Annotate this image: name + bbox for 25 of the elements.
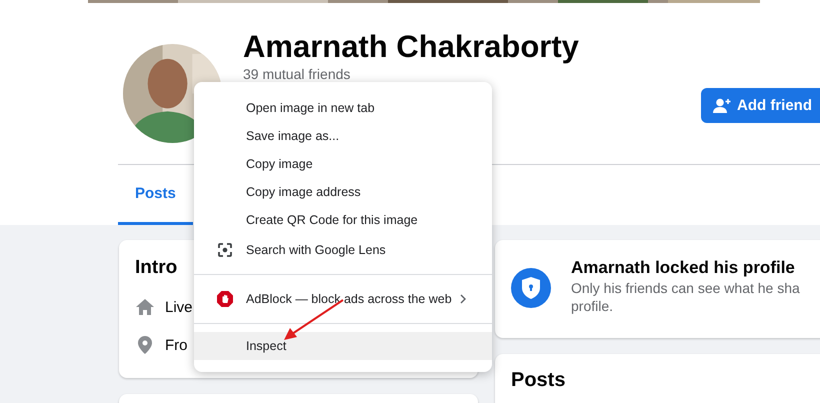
- menu-item[interactable]: Create QR Code for this image: [194, 206, 492, 234]
- shield-lock-icon: [511, 268, 551, 308]
- mutual-friends-count[interactable]: 39 mutual friends: [243, 67, 820, 82]
- intro-detail: Fro: [165, 336, 188, 354]
- card-title: Intro: [135, 257, 178, 279]
- notice-text: Only his friends can see what he sha: [571, 280, 800, 296]
- location-pin-icon: [135, 335, 155, 355]
- add-friend-button[interactable]: Add friend: [701, 88, 820, 123]
- home-icon: [135, 297, 155, 317]
- intro-detail: Live: [165, 298, 193, 316]
- menu-item[interactable]: Copy image address: [194, 178, 492, 206]
- notice-text: profile.: [571, 298, 614, 314]
- menu-item[interactable]: Inspect: [194, 332, 492, 360]
- stop-hand-icon: [216, 290, 234, 308]
- menu-item[interactable]: Open image in new tab: [194, 94, 492, 122]
- menu-item[interactable]: AdBlock — block ads across the web: [194, 283, 492, 315]
- add-person-icon: [713, 98, 731, 114]
- menu-item[interactable]: Copy image: [194, 150, 492, 178]
- notice-title: Amarnath locked his profile: [571, 258, 796, 278]
- profile-name: Amarnath Chakraborty: [243, 30, 580, 64]
- card-title: Posts: [511, 369, 566, 392]
- menu-item[interactable]: Save image as...: [194, 122, 492, 150]
- lens-icon: [216, 241, 234, 259]
- chevron-right-icon: [458, 294, 468, 304]
- menu-item[interactable]: Search with Google Lens: [194, 234, 492, 266]
